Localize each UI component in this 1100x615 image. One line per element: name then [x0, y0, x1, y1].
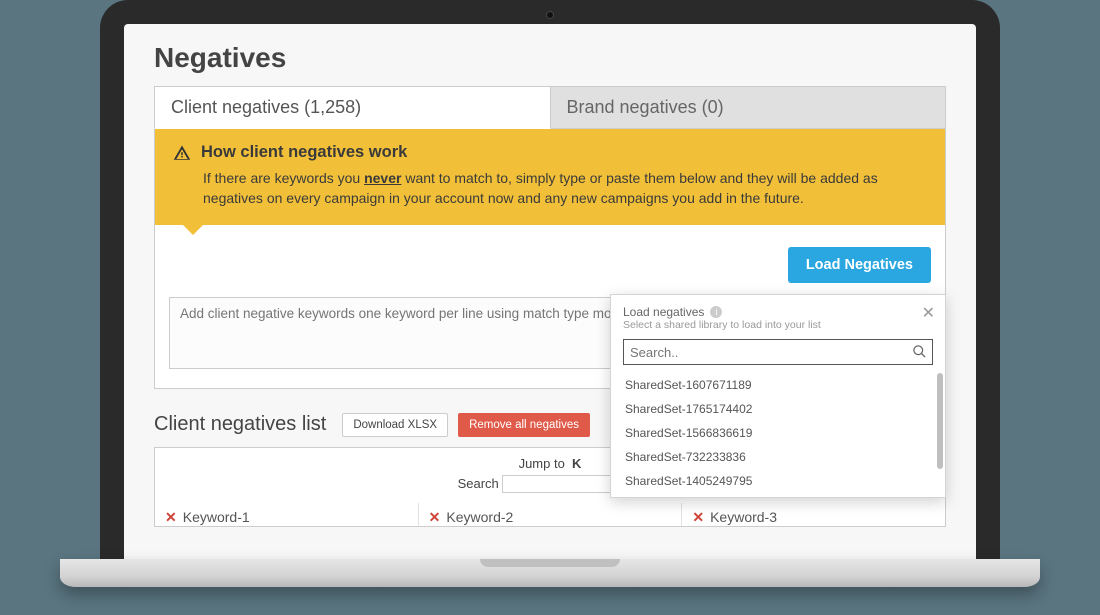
list-title: Client negatives list	[154, 413, 326, 436]
keyword-item[interactable]: ✕ Keyword-2	[429, 509, 672, 526]
list-search-label: Search	[458, 476, 499, 491]
info-desc-bold: never	[364, 170, 401, 186]
popup-list[interactable]: SharedSet-1607671189 SharedSet-176517440…	[623, 373, 933, 491]
keyword-column: ✕ Keyword-2	[419, 503, 683, 526]
keyword-text: Keyword-2	[446, 509, 513, 525]
jump-to-letter[interactable]: K	[572, 456, 581, 471]
info-banner: How client negatives work If there are k…	[155, 129, 945, 225]
keyword-columns: ✕ Keyword-1 ✕ Keyword-2 ✕ Keyword-	[155, 503, 945, 526]
jump-to-label: Jump to	[519, 456, 565, 471]
load-negatives-button[interactable]: Load Negatives	[788, 247, 931, 283]
search-icon	[912, 344, 927, 359]
popup-title: Load negatives i	[623, 305, 933, 319]
remove-icon[interactable]: ✕	[429, 509, 441, 526]
camera-icon	[546, 11, 554, 19]
warning-icon	[173, 144, 191, 162]
remove-icon[interactable]: ✕	[165, 509, 177, 526]
keyword-text: Keyword-1	[183, 509, 250, 525]
tabs: Client negatives (1,258) Brand negatives…	[154, 86, 946, 129]
keyword-item[interactable]: ✕ Keyword-3	[692, 509, 935, 526]
keyword-text: Keyword-3	[710, 509, 777, 525]
download-xlsx-button[interactable]: Download XLSX	[342, 413, 448, 437]
action-row: Load Negatives	[155, 225, 945, 293]
remove-icon[interactable]: ✕	[692, 509, 704, 526]
keyword-column: ✕ Keyword-1	[155, 503, 419, 526]
info-desc-pre: If there are keywords you	[203, 170, 364, 186]
page-title: Negatives	[154, 42, 946, 74]
load-negatives-popup: ✕ Load negatives i Select a shared libra…	[610, 294, 946, 498]
info-banner-heading-text: How client negatives work	[201, 143, 407, 162]
popup-search-input[interactable]	[623, 339, 933, 365]
popup-subtitle: Select a shared library to load into you…	[623, 319, 933, 331]
scrollbar-thumb[interactable]	[937, 373, 943, 469]
keyword-item[interactable]: ✕ Keyword-1	[165, 509, 408, 526]
remove-all-negatives-button[interactable]: Remove all negatives	[458, 413, 590, 437]
popup-title-text: Load negatives	[623, 305, 704, 319]
shared-set-option[interactable]: SharedSet-732233836	[623, 445, 933, 469]
close-popup-button[interactable]: ✕	[922, 303, 935, 323]
info-icon[interactable]: i	[710, 306, 722, 318]
info-banner-heading: How client negatives work	[173, 143, 927, 162]
info-banner-description: If there are keywords you never want to …	[173, 168, 927, 209]
shared-set-option[interactable]: SharedSet-1607671189	[623, 373, 933, 397]
keyword-column: ✕ Keyword-3	[682, 503, 945, 526]
tab-brand-negatives[interactable]: Brand negatives (0)	[551, 86, 947, 129]
laptop-base	[60, 559, 1040, 587]
laptop-frame: Negatives Client negatives (1,258) Brand…	[100, 0, 1000, 560]
shared-set-option[interactable]: SharedSet-1765174402	[623, 397, 933, 421]
tab-client-negatives[interactable]: Client negatives (1,258)	[154, 86, 551, 129]
shared-set-option[interactable]: SharedSet-1405249795	[623, 469, 933, 491]
app-screen: Negatives Client negatives (1,258) Brand…	[124, 24, 976, 560]
close-icon: ✕	[922, 305, 935, 322]
shared-set-option[interactable]: SharedSet-1566836619	[623, 421, 933, 445]
popup-search-wrap	[623, 339, 933, 365]
